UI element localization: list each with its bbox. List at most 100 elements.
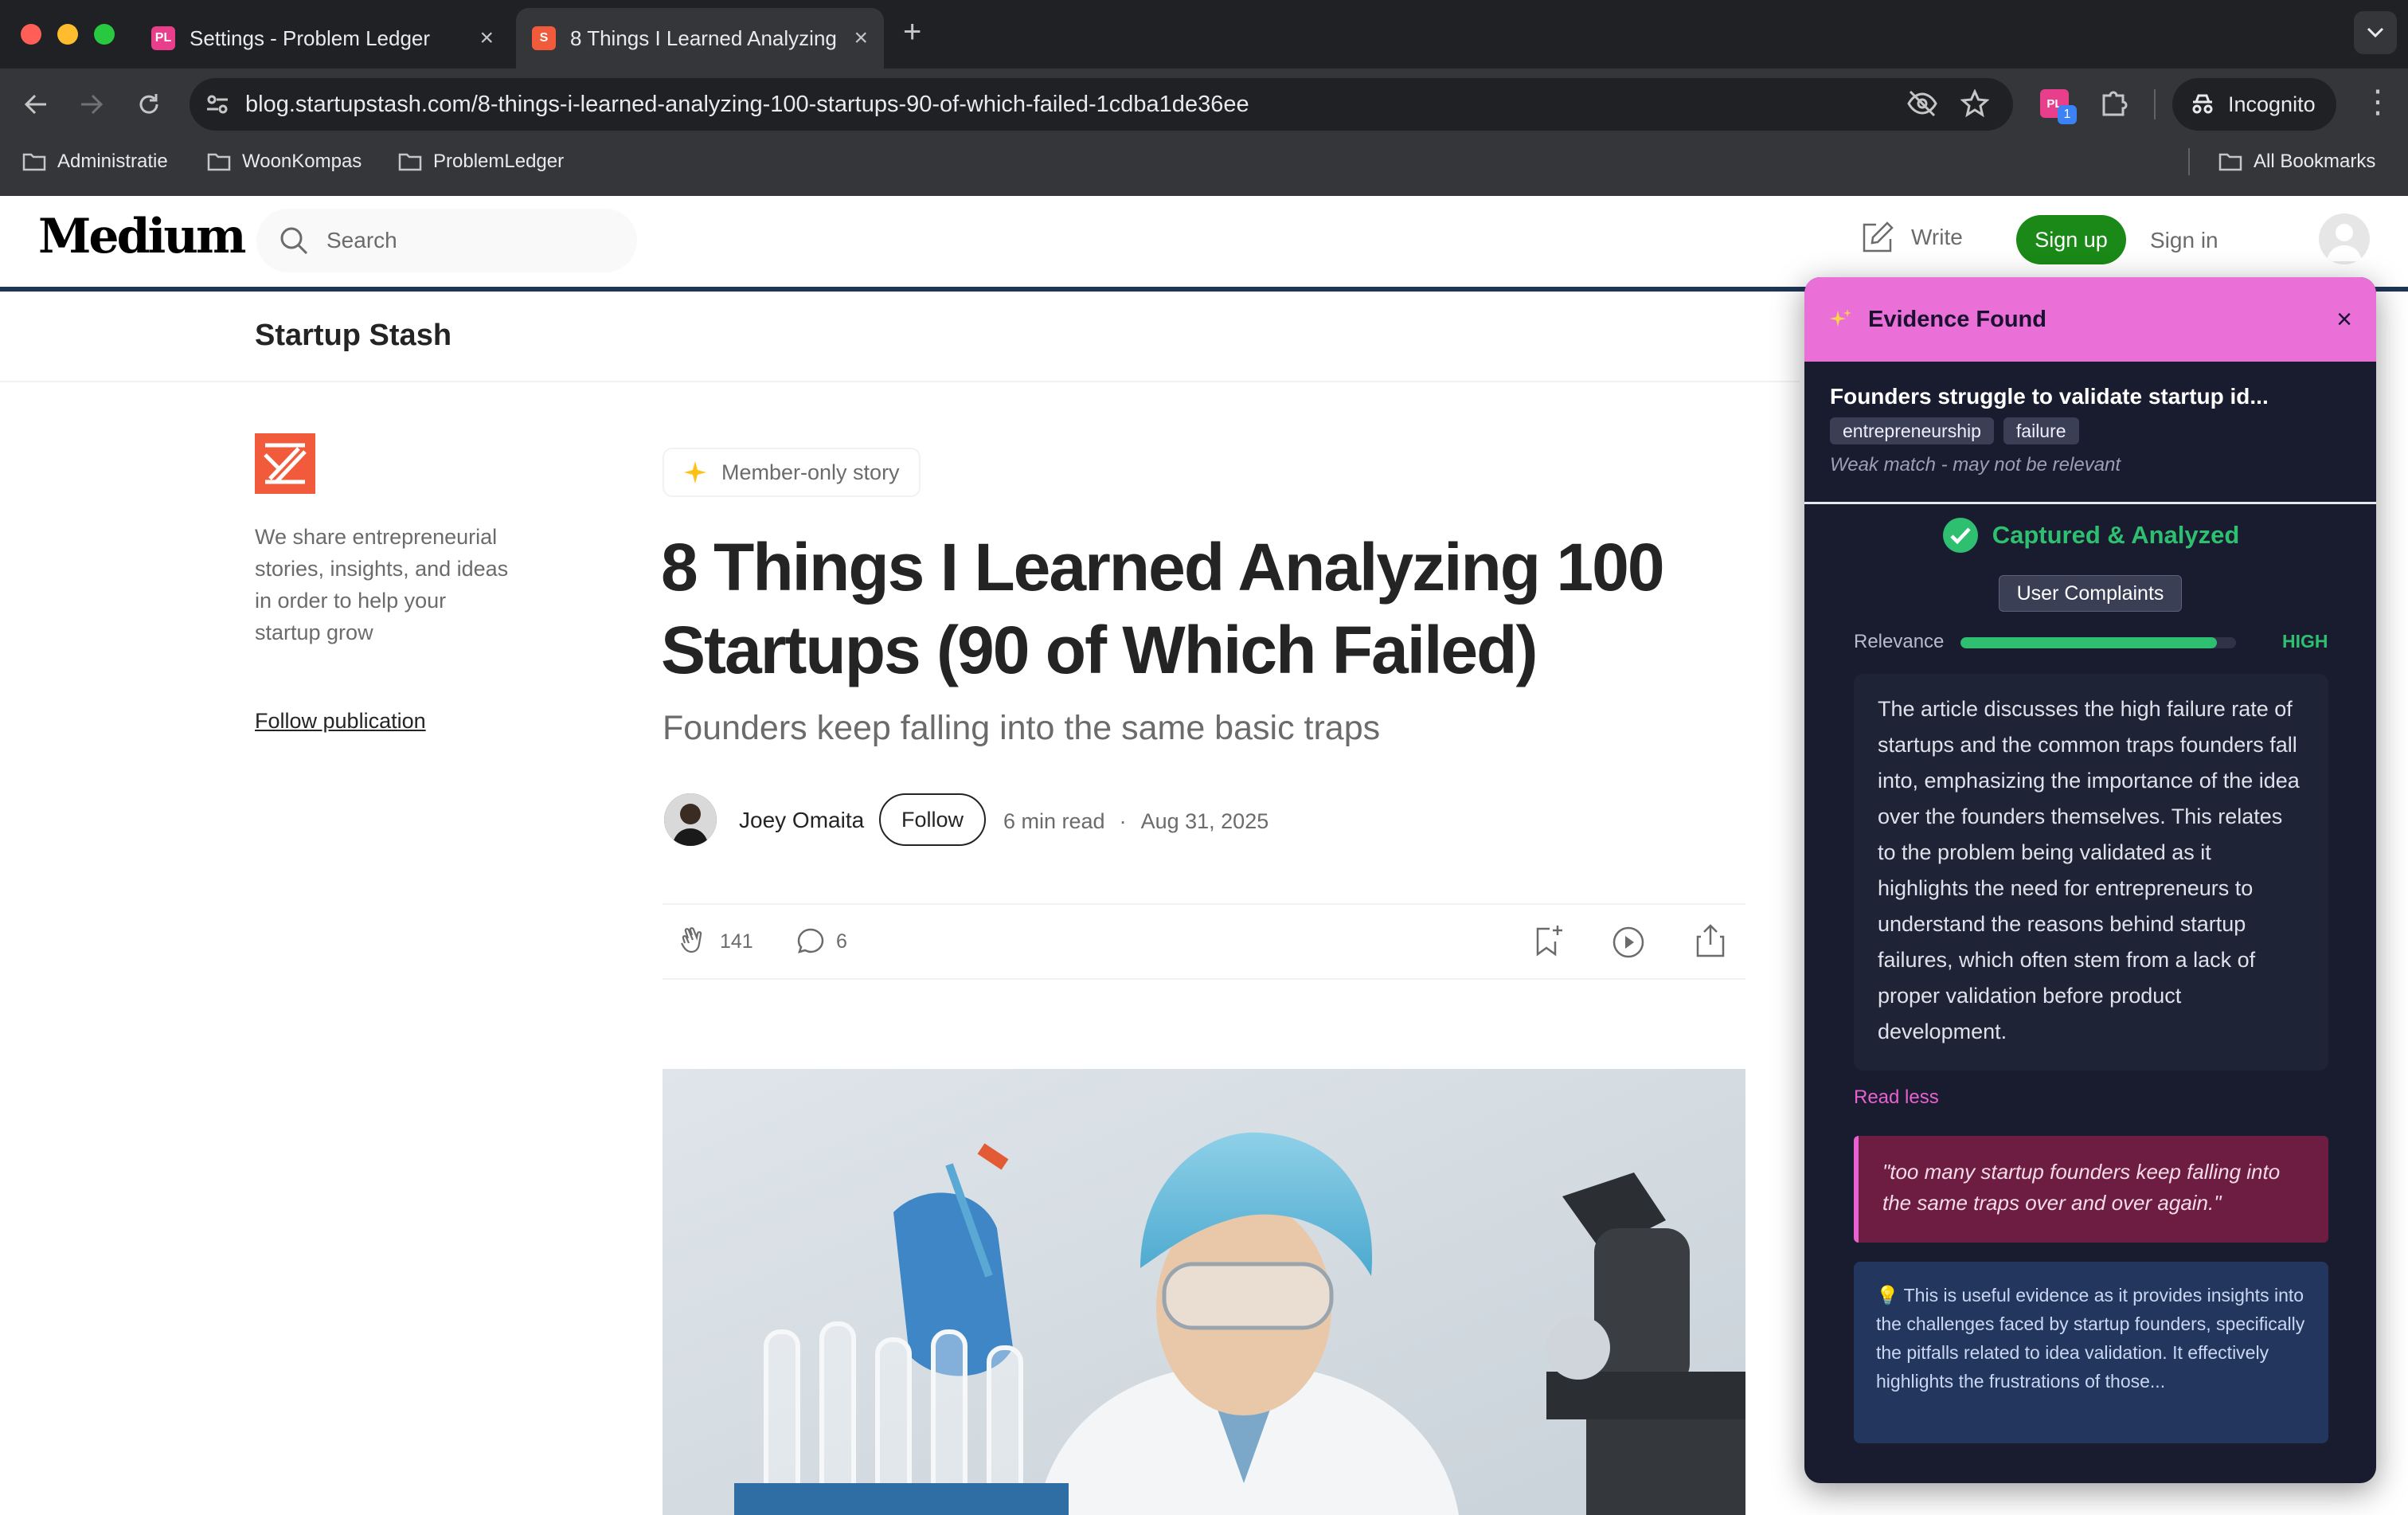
status-text: Captured & Analyzed <box>1992 521 2240 549</box>
folder-icon <box>207 153 231 171</box>
sign-in-link[interactable]: Sign in <box>2150 228 2218 253</box>
capture-status: Captured & Analyzed <box>1804 516 2376 554</box>
insight-body: This is useful evidence as it provides i… <box>1876 1285 2305 1392</box>
write-label: Write <box>1911 225 1963 249</box>
search-input[interactable]: Search <box>256 209 637 272</box>
play-icon <box>1612 926 1644 958</box>
tab-title: Settings - Problem Ledger <box>190 25 431 50</box>
write-icon <box>1863 221 1894 252</box>
forward-button[interactable] <box>70 83 113 126</box>
author-photo <box>664 793 717 846</box>
article-hero-image <box>663 1069 1745 1515</box>
arrow-left-icon <box>24 94 46 115</box>
lightbulb-icon: 💡 <box>1876 1285 1904 1306</box>
reload-button[interactable] <box>127 83 170 126</box>
quote-text: "too many startup founders keep falling … <box>1882 1160 2281 1215</box>
back-button[interactable] <box>14 83 57 126</box>
bookmark-label: All Bookmarks <box>2254 151 2376 172</box>
tab-search-button[interactable] <box>2354 11 2397 54</box>
read-less-link[interactable]: Read less <box>1854 1086 1939 1109</box>
article-title: 8 Things I Learned Analyzing 100 Startup… <box>661 530 1665 687</box>
insight-text: 💡 This is useful evidence as it provides… <box>1876 1281 2306 1396</box>
save-bookmark-button[interactable] <box>1534 924 1564 961</box>
publication-name[interactable]: Startup Stash <box>255 319 452 353</box>
eye-off-icon[interactable] <box>1906 89 1938 122</box>
window-minimize-button[interactable] <box>57 24 78 45</box>
close-tab-icon[interactable]: × <box>479 25 494 52</box>
startup-stash-favicon: S <box>532 26 556 50</box>
check-circle-icon <box>1942 518 1978 553</box>
clap-icon <box>681 927 702 953</box>
evidence-panel: Evidence Found × Founders struggle to va… <box>1804 277 2376 1483</box>
close-tab-icon[interactable]: × <box>854 25 868 52</box>
incognito-profile-button[interactable]: Incognito <box>2172 78 2336 131</box>
puzzle-extensions-icon[interactable] <box>2099 88 2129 122</box>
bookmark-problemledger[interactable]: ProblemLedger <box>398 145 564 178</box>
problem-title[interactable]: Founders struggle to validate startup id… <box>1830 384 2269 409</box>
author-avatar[interactable] <box>664 793 717 846</box>
incognito-icon <box>2192 94 2213 114</box>
avatar[interactable] <box>2319 213 2370 264</box>
tab-article[interactable]: S 8 Things I Learned Analyzing × <box>516 8 884 69</box>
window-maximize-button[interactable] <box>94 24 115 45</box>
summary-text: The article discusses the high failure r… <box>1878 697 2300 1043</box>
response-count: 6 <box>836 930 847 953</box>
close-icon[interactable]: × <box>2336 304 2352 335</box>
relevance-label: Relevance <box>1854 631 1945 652</box>
address-bar[interactable]: blog.startupstash.com/8-things-i-learned… <box>190 78 2013 131</box>
folder-icon <box>398 153 422 171</box>
article-subtitle: Founders keep falling into the same basi… <box>663 709 1381 747</box>
clap-button[interactable]: 141 <box>678 926 753 957</box>
follow-author-button[interactable]: Follow <box>879 793 986 846</box>
profile-label: Incognito <box>2228 92 2316 116</box>
window-close-button[interactable] <box>21 24 41 45</box>
panel-divider <box>1804 502 2376 504</box>
tab-title: 8 Things I Learned Analyzing <box>570 25 837 50</box>
article-meta: 6 min read · Aug 31, 2025 <box>1003 809 1268 834</box>
follow-publication-link[interactable]: Follow publication <box>255 709 426 734</box>
summary-card: The article discusses the high failure r… <box>1854 674 2328 1071</box>
publish-date: Aug 31, 2025 <box>1140 809 1269 833</box>
folder-icon <box>22 153 46 171</box>
tag-entrepreneurship: entrepreneurship <box>1830 417 1994 444</box>
reload-icon <box>139 94 158 114</box>
publication-logo[interactable] <box>255 433 315 494</box>
bookmark-add-icon <box>1536 926 1562 957</box>
folder-icon <box>2218 153 2242 171</box>
bookmark-administratie[interactable]: Administratie <box>22 145 168 178</box>
problem-ledger-favicon: PL <box>151 26 175 50</box>
bookmark-label: WoonKompas <box>242 151 362 172</box>
meta-separator: · <box>1119 809 1127 833</box>
bookmark-star-icon[interactable] <box>1960 88 1990 122</box>
sparkles-icon <box>1830 309 1851 327</box>
write-button[interactable]: Write <box>1860 220 1963 255</box>
browser-menu-icon[interactable]: ⋮ <box>2362 86 2394 118</box>
read-time: 6 min read <box>1003 809 1105 833</box>
scientist-photo <box>663 1069 1745 1515</box>
bookmark-woonkompas[interactable]: WoonKompas <box>207 145 362 178</box>
share-button[interactable] <box>1695 922 1726 961</box>
responses-button[interactable]: 6 <box>796 927 847 956</box>
sign-up-button[interactable]: Sign up <box>2016 215 2126 264</box>
relevance-bar-fill <box>1960 637 2217 648</box>
match-note: Weak match - may not be relevant <box>1830 454 2121 476</box>
relevance-bar <box>1960 637 2236 648</box>
medium-logo[interactable]: Medium <box>38 209 246 264</box>
relevance-level: HIGH <box>2282 631 2328 652</box>
all-bookmarks-button[interactable]: All Bookmarks <box>2218 145 2375 178</box>
member-only-badge: Member-only story <box>663 448 921 497</box>
share-icon <box>1696 924 1725 957</box>
bookmarks-divider <box>2188 148 2190 175</box>
new-tab-icon[interactable]: + <box>903 14 921 50</box>
url-text[interactable]: blog.startupstash.com/8-things-i-learned… <box>245 92 1249 118</box>
tab-settings-problem-ledger[interactable]: PL Settings - Problem Ledger × <box>135 8 510 69</box>
search-icon <box>280 227 308 255</box>
author-name[interactable]: Joey Omaita <box>739 808 864 833</box>
toolbar-divider <box>2154 89 2156 119</box>
listen-button[interactable] <box>1612 926 1645 963</box>
panel-header: Evidence Found × <box>1804 277 2376 362</box>
arrow-right-icon <box>81 94 104 115</box>
category-row: User Complaints <box>1804 575 2376 612</box>
site-settings-icon[interactable] <box>205 93 229 115</box>
bookmark-label: Administratie <box>57 151 168 172</box>
